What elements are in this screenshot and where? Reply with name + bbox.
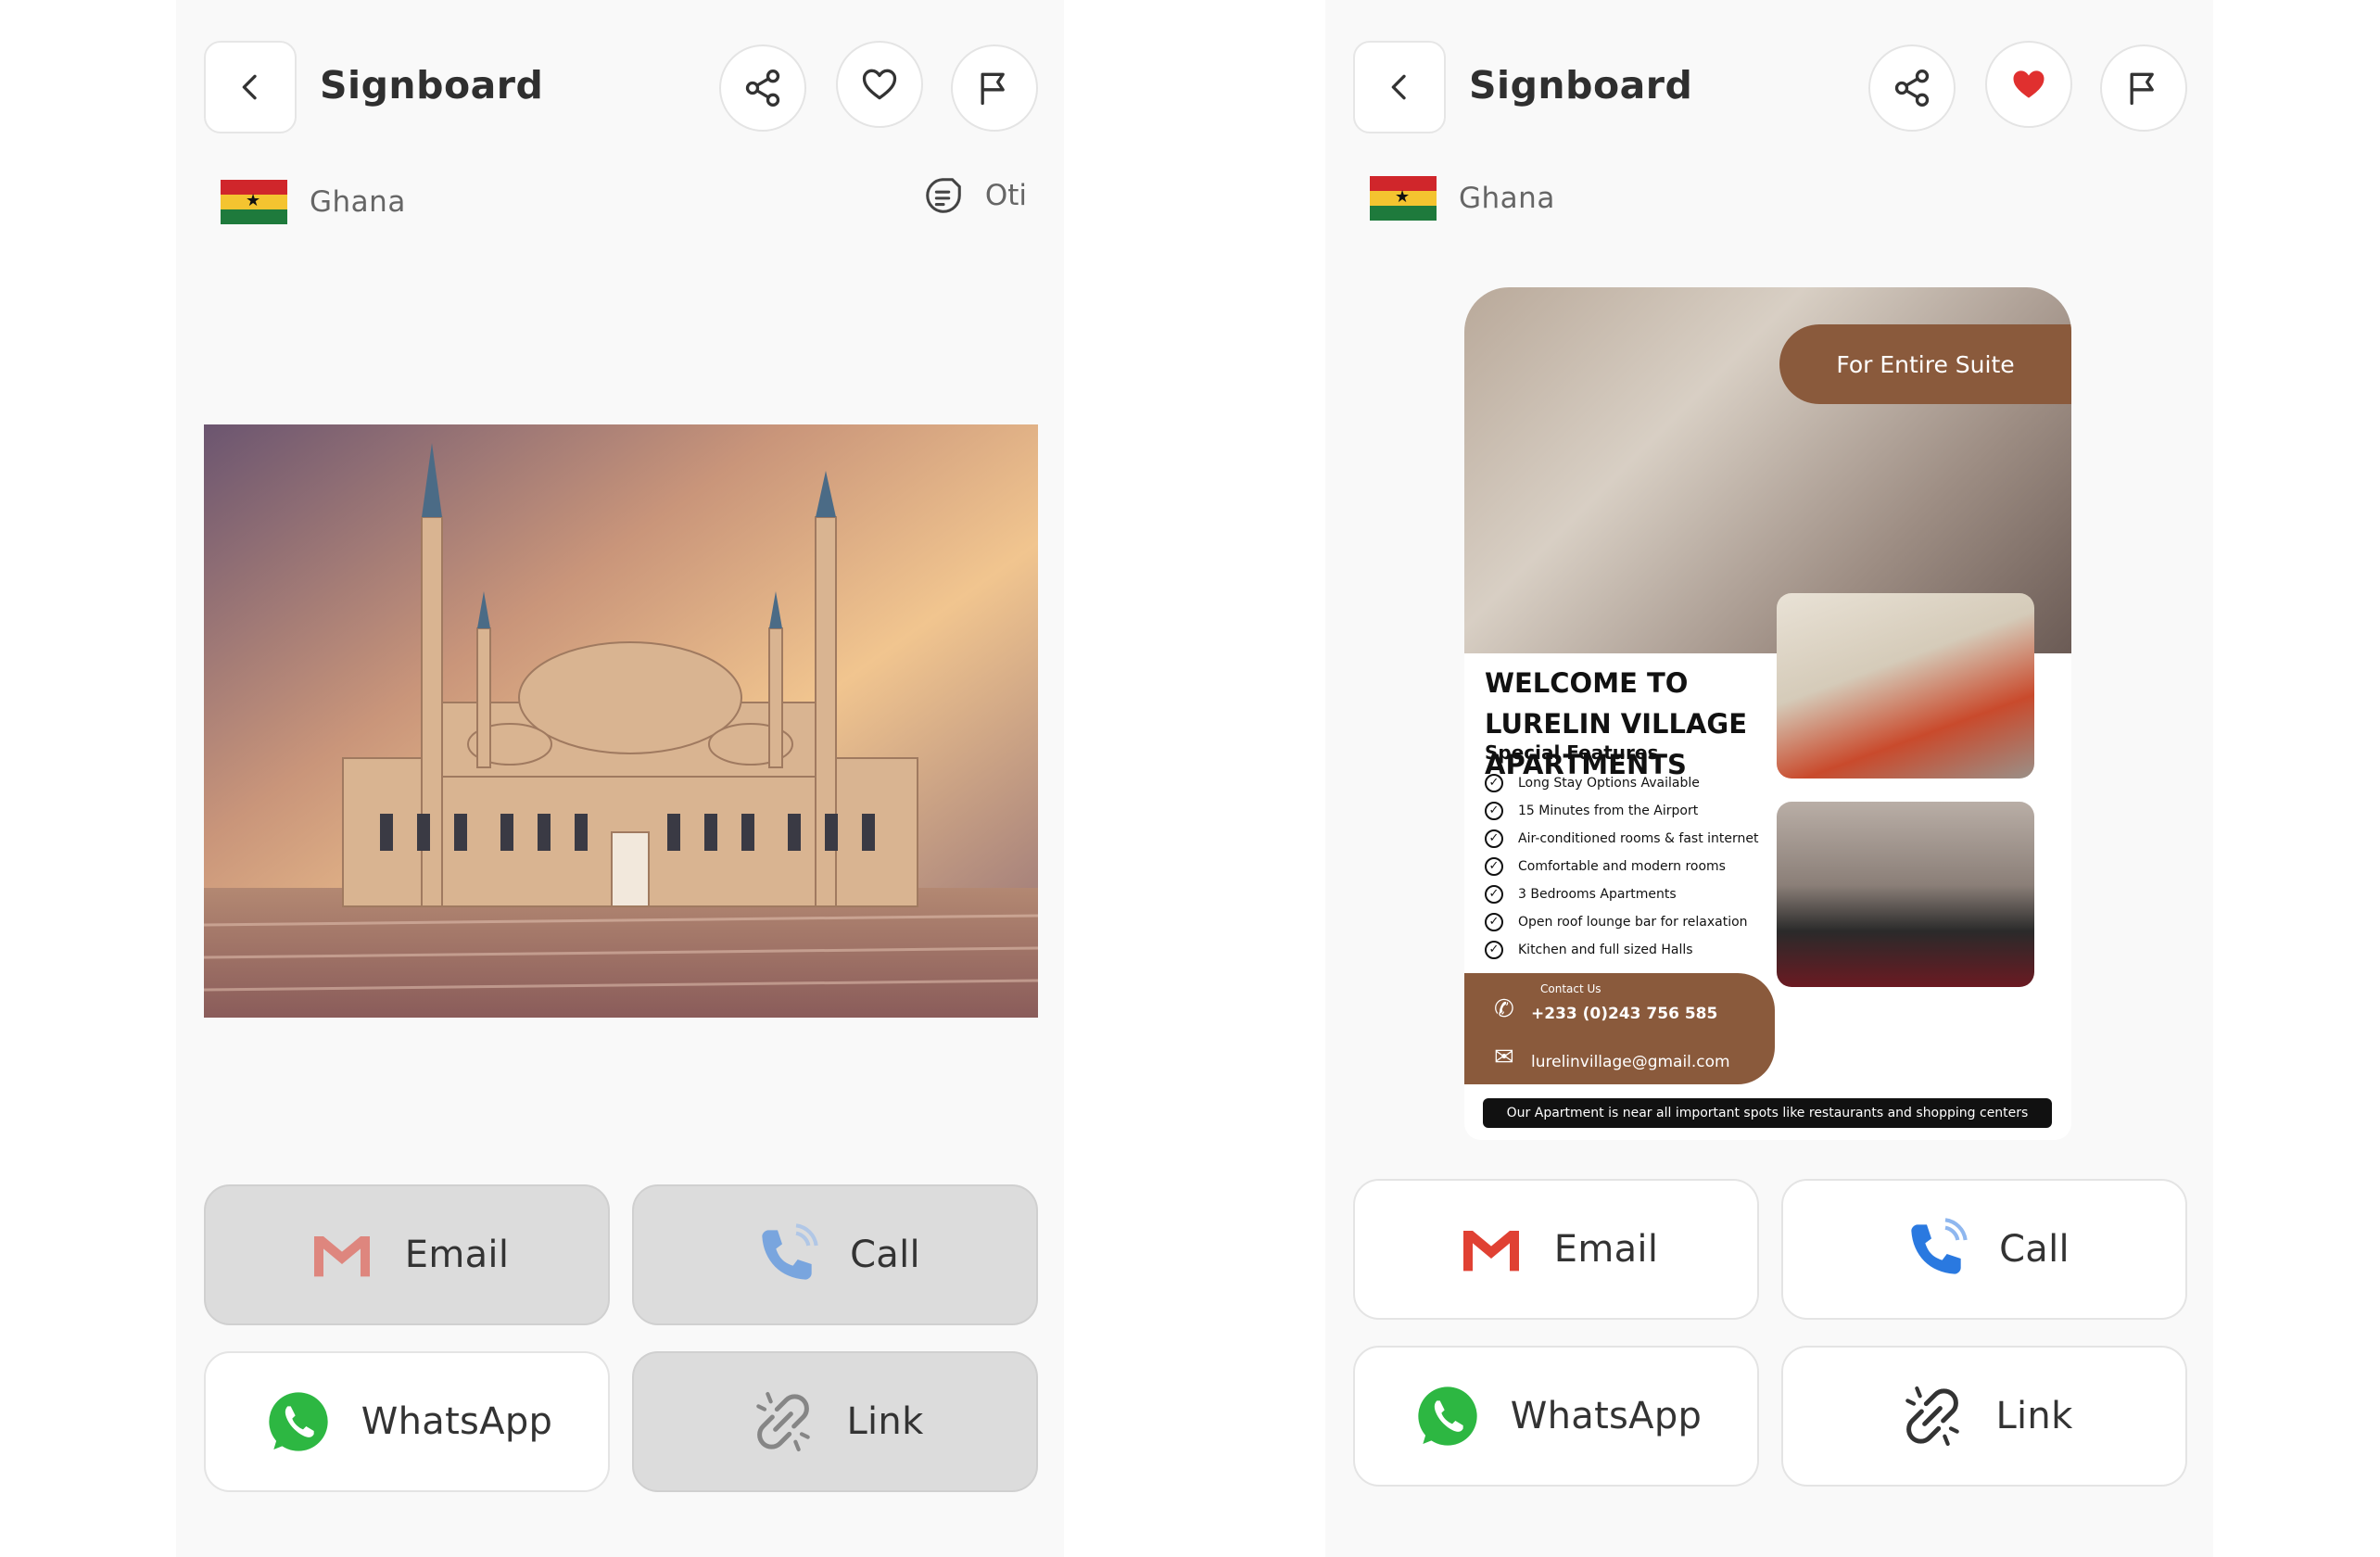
whatsapp-icon (1418, 1386, 1477, 1446)
broken-link-icon (1905, 1386, 1960, 1447)
link-button[interactable]: Link (632, 1351, 1038, 1492)
mosque-image (204, 424, 1038, 1018)
whatsapp-label: WhatsApp (1510, 1395, 1703, 1437)
call-label: Call (1999, 1228, 2070, 1271)
contact-phone: +233 (0)243 756 585 (1531, 1005, 1718, 1023)
list-item: ✓ 15 Minutes from the Airport (1485, 797, 1758, 825)
favorite-button[interactable] (836, 41, 923, 128)
check-icon: ✓ (1485, 857, 1503, 876)
list-item: ✓ Air-conditioned rooms & fast internet (1485, 825, 1758, 853)
flyer-subheading: Special Features (1485, 741, 1659, 764)
list-item: ✓ 3 Bedrooms Apartments (1485, 880, 1758, 908)
phone-icon: ✆ (1494, 995, 1514, 1023)
call-button[interactable]: Call (632, 1184, 1038, 1325)
country-label: Ghana (1459, 182, 1555, 215)
contact-label: Contact Us (1540, 982, 1601, 995)
gmail-icon (313, 1236, 370, 1277)
header: Signboard (204, 41, 1042, 133)
heart-outline-icon (862, 69, 897, 100)
language-tag: Oti (922, 174, 1027, 217)
list-item: ✓ Long Stay Options Available (1485, 769, 1758, 797)
flyer-footer: Our Apartment is near all important spot… (1483, 1098, 2052, 1128)
check-icon: ✓ (1485, 829, 1503, 848)
contact-email: lurelinvillage@gmail.com (1531, 1053, 1730, 1071)
flyer-heading: WELCOME TO LURELIN VILLAGE APARTMENTS (1485, 667, 1748, 780)
back-button[interactable] (204, 41, 297, 133)
page-title: Signboard (320, 63, 544, 108)
phone-icon (1911, 1218, 1968, 1274)
gmail-icon (1462, 1231, 1519, 1272)
back-button[interactable] (1353, 41, 1446, 133)
phone-icon (762, 1223, 818, 1280)
language-icon (926, 178, 961, 213)
link-label: Link (1995, 1395, 2073, 1437)
flyer-contact: Contact Us ✆ +233 (0)243 756 585 ✉ lurel… (1464, 973, 1775, 1084)
list-item: ✓ Comfortable and modern rooms (1485, 853, 1758, 880)
meta-row: ★ Ghana Oti (221, 174, 1027, 230)
chevron-left-icon (1391, 74, 1406, 100)
share-icon (745, 70, 780, 107)
ghana-flag-icon: ★ (221, 180, 287, 224)
email-button[interactable]: Email (204, 1184, 610, 1325)
list-item: ✓ Open roof lounge bar for relaxation (1485, 908, 1758, 936)
whatsapp-button[interactable]: WhatsApp (1353, 1346, 1759, 1487)
list-item: ✓ Kitchen and full sized Halls (1485, 936, 1758, 964)
lounge-photo (1777, 802, 2034, 987)
email-label: Email (404, 1234, 510, 1276)
share-button[interactable] (1868, 44, 1956, 132)
share-button[interactable] (719, 44, 806, 132)
page-title: Signboard (1469, 63, 1693, 108)
ghana-flag-icon: ★ (1370, 176, 1437, 221)
call-button[interactable]: Call (1781, 1179, 2187, 1320)
broken-link-icon (756, 1391, 811, 1452)
whatsapp-button[interactable]: WhatsApp (204, 1351, 610, 1492)
check-icon: ✓ (1485, 802, 1503, 820)
link-button[interactable]: Link (1781, 1346, 2187, 1487)
email-label: Email (1553, 1228, 1659, 1271)
check-icon: ✓ (1485, 913, 1503, 931)
signboard-screen-left: Signboard ★ Ghana Oti Email Call WhatsAp… (176, 0, 1064, 1557)
whatsapp-icon (269, 1392, 328, 1451)
language-label: Oti (984, 179, 1027, 212)
flyer-badge: For Entire Suite (1779, 324, 2071, 404)
report-button[interactable] (2100, 44, 2187, 132)
meta-row: ★ Ghana (1370, 171, 2176, 226)
flag-icon (981, 72, 1005, 106)
signboard-screen-right: Signboard ★ Ghana For Entire Suite WELCO… (1325, 0, 2213, 1557)
header: Signboard (1353, 41, 2191, 133)
mail-icon: ✉ (1494, 1044, 1514, 1071)
whatsapp-label: WhatsApp (361, 1400, 553, 1443)
kitchen-photo (1777, 593, 2034, 778)
email-button[interactable]: Email (1353, 1179, 1759, 1320)
country-label: Ghana (310, 185, 406, 219)
link-label: Link (846, 1400, 924, 1443)
check-icon: ✓ (1485, 885, 1503, 904)
signboard-flyer-image[interactable]: For Entire Suite WELCOME TO LURELIN VILL… (1464, 287, 2071, 1140)
check-icon: ✓ (1485, 774, 1503, 792)
feature-list: ✓ Long Stay Options Available ✓ 15 Minutes… (1485, 769, 1758, 964)
call-label: Call (850, 1234, 920, 1276)
signboard-photo[interactable] (204, 424, 1038, 1018)
favorite-button[interactable] (1985, 41, 2072, 128)
heart-filled-icon (2013, 70, 2045, 98)
check-icon: ✓ (1485, 941, 1503, 959)
flag-icon (2130, 72, 2154, 106)
report-button[interactable] (951, 44, 1038, 132)
share-icon (1894, 70, 1930, 107)
chevron-left-icon (242, 74, 257, 100)
